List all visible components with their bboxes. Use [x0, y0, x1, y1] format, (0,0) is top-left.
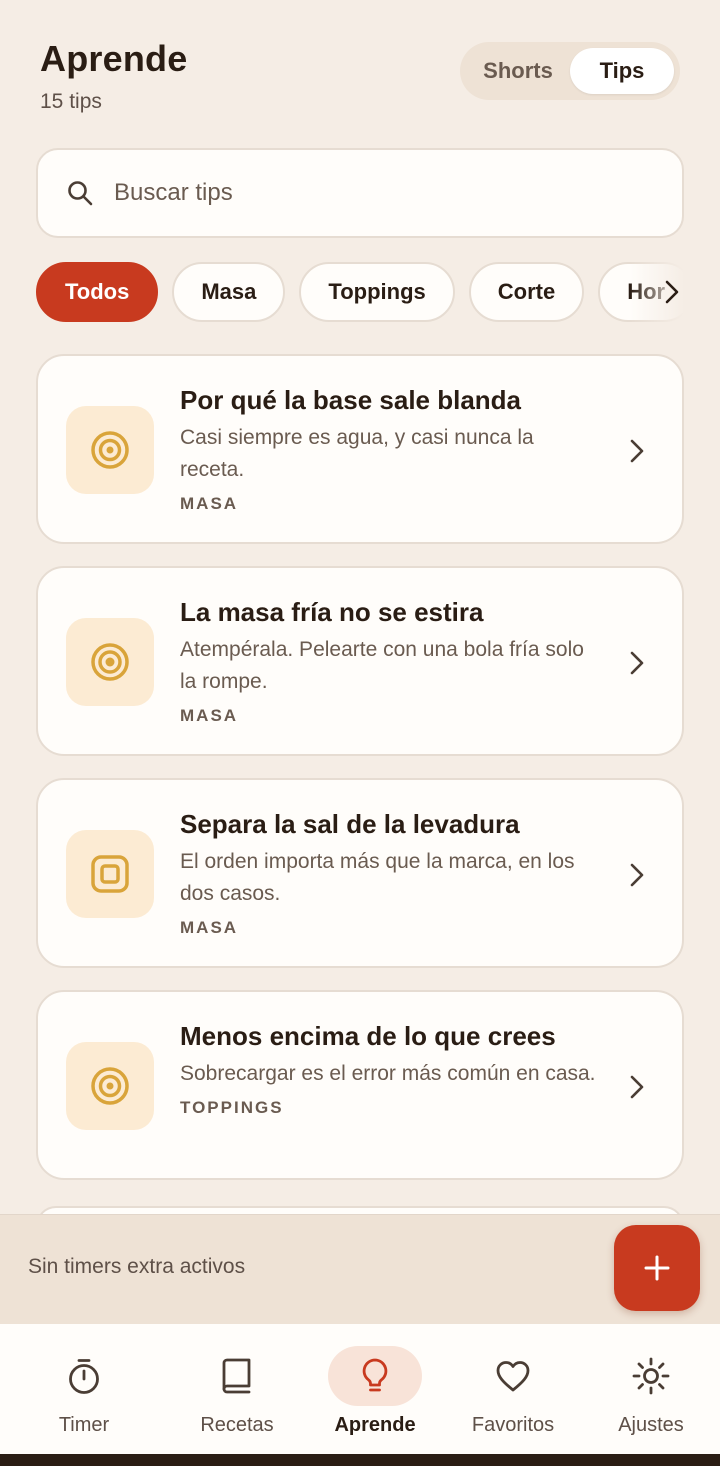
- search-box[interactable]: [36, 148, 684, 238]
- tip-thumbnail: [66, 830, 154, 918]
- sun-gear-icon: [632, 1357, 670, 1395]
- tips-count: 15 tips: [40, 90, 102, 113]
- header: Aprende 15 tips: [40, 38, 187, 114]
- square-icon: [91, 855, 129, 893]
- nav-aprende[interactable]: Aprende: [306, 1324, 444, 1454]
- tip-thumbnail: [66, 618, 154, 706]
- plus-icon: [644, 1255, 670, 1281]
- tip-description: El orden importa más que la marca, en lo…: [180, 850, 575, 905]
- tip-content: Menos encima de lo que crees Sobrecargar…: [180, 1020, 600, 1118]
- nav-icon-wrap: [466, 1346, 560, 1406]
- tab-shorts[interactable]: Shorts: [466, 48, 570, 94]
- tip-card[interactable]: Menos encima de lo que crees Sobrecargar…: [36, 990, 684, 1180]
- tip-content: Separa la sal de la levadura El orden im…: [180, 808, 600, 938]
- tip-description: Casi siempre es agua, y casi nunca la re…: [180, 426, 534, 481]
- target-icon: [91, 643, 129, 681]
- heart-icon: [496, 1361, 530, 1392]
- tip-category: MASA: [180, 494, 239, 513]
- nav-ajustes[interactable]: Ajustes: [582, 1324, 720, 1454]
- tip-thumbnail: [66, 1042, 154, 1130]
- nav-label: Favoritos: [471, 1414, 555, 1436]
- chevron-right-icon: [630, 863, 644, 887]
- system-bar: [0, 1454, 720, 1466]
- tips-list: Por qué la base sale blanda Casi siempre…: [36, 354, 684, 1202]
- search-input[interactable]: [114, 179, 634, 207]
- tip-title: Por qué la base sale blanda: [180, 385, 522, 415]
- tip-title: Menos encima de lo que crees: [180, 1021, 556, 1051]
- stopwatch-icon: [69, 1359, 99, 1394]
- tip-category: MASA: [180, 918, 239, 937]
- chip-toppings[interactable]: Toppings: [299, 262, 455, 322]
- nav-icon-wrap: [190, 1346, 284, 1406]
- tip-card[interactable]: Por qué la base sale blanda Casi siempre…: [36, 354, 684, 544]
- lightbulb-icon: [362, 1358, 388, 1392]
- tip-content: La masa fría no se estira Atempérala. Pe…: [180, 596, 600, 726]
- nav-icon-wrap: [37, 1346, 131, 1406]
- nav-label: Timer: [58, 1414, 110, 1436]
- tab-tips[interactable]: Tips: [570, 48, 674, 94]
- tip-content: Por qué la base sale blanda Casi siempre…: [180, 384, 600, 514]
- chip-todos[interactable]: Todos: [36, 262, 159, 322]
- search-icon: [68, 181, 93, 206]
- nav-icon-wrap: [604, 1346, 698, 1406]
- tip-category: TOPPINGS: [180, 1098, 284, 1117]
- nav-icon-wrap: [328, 1346, 422, 1406]
- target-icon: [91, 1067, 129, 1105]
- filter-chips: Todos Masa Toppings Corte Hor: [36, 262, 720, 324]
- tip-thumbnail: [66, 406, 154, 494]
- tip-card[interactable]: La masa fría no se estira Atempérala. Pe…: [36, 566, 684, 756]
- bottom-nav: Timer Recetas Aprende Favoritos Ajustes: [0, 1324, 720, 1454]
- book-icon: [222, 1358, 251, 1394]
- nav-label: Aprende: [334, 1414, 416, 1436]
- chevron-right-icon: [630, 1075, 644, 1099]
- add-timer-button[interactable]: [614, 1225, 700, 1311]
- nav-recetas[interactable]: Recetas: [168, 1324, 306, 1454]
- target-icon: [91, 431, 129, 469]
- timer-status: Sin timers extra activos: [28, 1255, 246, 1278]
- chevron-right-icon: [630, 439, 644, 463]
- chip-corte[interactable]: Corte: [468, 262, 585, 322]
- chevron-right-icon[interactable]: [662, 278, 682, 306]
- nav-label: Recetas: [200, 1414, 274, 1436]
- timer-bar: Sin timers extra activos: [0, 1214, 720, 1324]
- screen: Aprende 15 tips Shorts Tips Todos Masa T…: [0, 0, 720, 1466]
- nav-label: Ajustes: [618, 1414, 684, 1436]
- nav-timer[interactable]: Timer: [0, 1324, 168, 1454]
- chip-masa[interactable]: Masa: [172, 262, 286, 322]
- tip-description: Atempérala. Pelearte con una bola fría s…: [180, 638, 584, 693]
- tip-description: Sobrecargar es el error más común en cas…: [180, 1062, 596, 1085]
- page-title: Aprende: [40, 38, 188, 79]
- chevron-right-icon: [630, 651, 644, 675]
- tip-title: La masa fría no se estira: [180, 597, 484, 627]
- tip-title: Separa la sal de la levadura: [180, 809, 520, 839]
- view-toggle: Shorts Tips: [460, 42, 680, 100]
- tip-card[interactable]: Separa la sal de la levadura El orden im…: [36, 778, 684, 968]
- tip-category: MASA: [180, 706, 239, 725]
- nav-favoritos[interactable]: Favoritos: [444, 1324, 582, 1454]
